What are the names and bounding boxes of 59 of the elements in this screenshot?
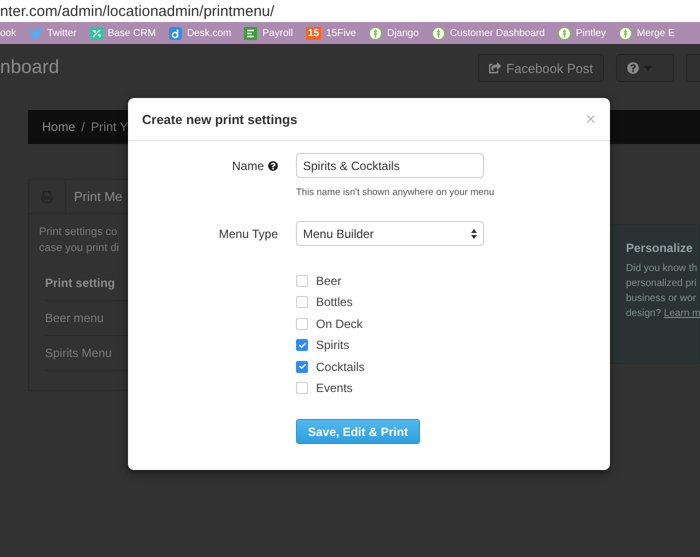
menu-type-label: Menu Type	[218, 226, 278, 240]
checkbox[interactable]	[296, 382, 308, 394]
leaf-icon	[618, 26, 632, 40]
updown-caret-icon	[471, 228, 477, 238]
breadcrumb-separator: /	[81, 120, 85, 134]
name-label: Name	[232, 158, 264, 172]
panel-description: Print settings co	[39, 225, 118, 240]
name-input[interactable]: Spirits & Cocktails	[296, 153, 484, 178]
leaf-icon	[432, 26, 445, 40]
checkbox[interactable]	[296, 360, 308, 373]
promo-title: Personalize	[626, 241, 694, 255]
promo-text: personalized pri	[626, 277, 698, 291]
checkbox-label: Spirits	[316, 338, 350, 352]
badge-icon: 15	[306, 26, 322, 40]
bookmark-link[interactable]: Twitter	[47, 28, 77, 38]
panel-description: case you print di	[39, 241, 120, 256]
bookmark-link[interactable]: Merge E	[636, 28, 675, 38]
bookmark-link[interactable]: Payroll	[262, 28, 293, 38]
checkbox-label: On Deck	[316, 316, 363, 331]
bird-icon	[29, 26, 42, 40]
checkbox[interactable]	[296, 318, 308, 330]
bookmark-link[interactable]: Base CRM	[108, 28, 156, 38]
base-crm-icon	[90, 26, 103, 40]
help-dropdown-button[interactable]	[616, 54, 674, 82]
facebook-post-button[interactable]: Facebook Post	[478, 54, 604, 82]
bookmark-link[interactable]: Customer Dashboard	[450, 28, 545, 38]
desk-icon	[168, 26, 182, 40]
promo-text: business or wor	[626, 292, 698, 306]
page-title: nboard	[0, 57, 60, 79]
modal-title: Create new print settings	[142, 112, 298, 126]
checkbox-label: Beer	[316, 274, 342, 288]
bookmark-link[interactable]: Pintley	[576, 28, 606, 38]
leaf-icon	[558, 26, 571, 40]
menu-type-select[interactable]: Menu Builder	[296, 221, 484, 246]
bookmark-link[interactable]: Desk.com	[186, 28, 232, 38]
breadcrumb-link[interactable]: Home	[42, 120, 76, 134]
promo-text: design?	[626, 308, 662, 319]
check-icon	[298, 342, 306, 349]
help-icon	[627, 62, 639, 74]
help-text: This name isn't shown anywhere on your menu	[296, 187, 494, 199]
promo-text: Did you know th	[626, 262, 698, 276]
checkbox-label: Cocktails	[316, 360, 365, 374]
save-edit-print-button[interactable]: Save, Edit & Print	[296, 419, 420, 444]
panel-title: Print Me	[74, 189, 122, 204]
breadcrumb-current: Print Y	[90, 120, 128, 134]
check-icon	[298, 363, 306, 370]
bookmark-link[interactable]: 15Five	[326, 28, 356, 38]
close-button[interactable]: ×	[585, 108, 596, 130]
leaf-icon	[369, 26, 382, 40]
list-icon	[244, 26, 258, 40]
share-icon	[489, 62, 502, 74]
bookmark-link[interactable]: ook	[0, 28, 16, 38]
checkbox[interactable]	[296, 339, 308, 352]
bookmark-link[interactable]: Django	[387, 28, 419, 38]
checkbox[interactable]	[296, 296, 308, 308]
help-icon[interactable]	[268, 160, 278, 170]
checkbox-label: Events	[316, 381, 353, 396]
checkbox[interactable]	[296, 274, 308, 287]
learn-more-link[interactable]: Learn m	[664, 308, 700, 319]
